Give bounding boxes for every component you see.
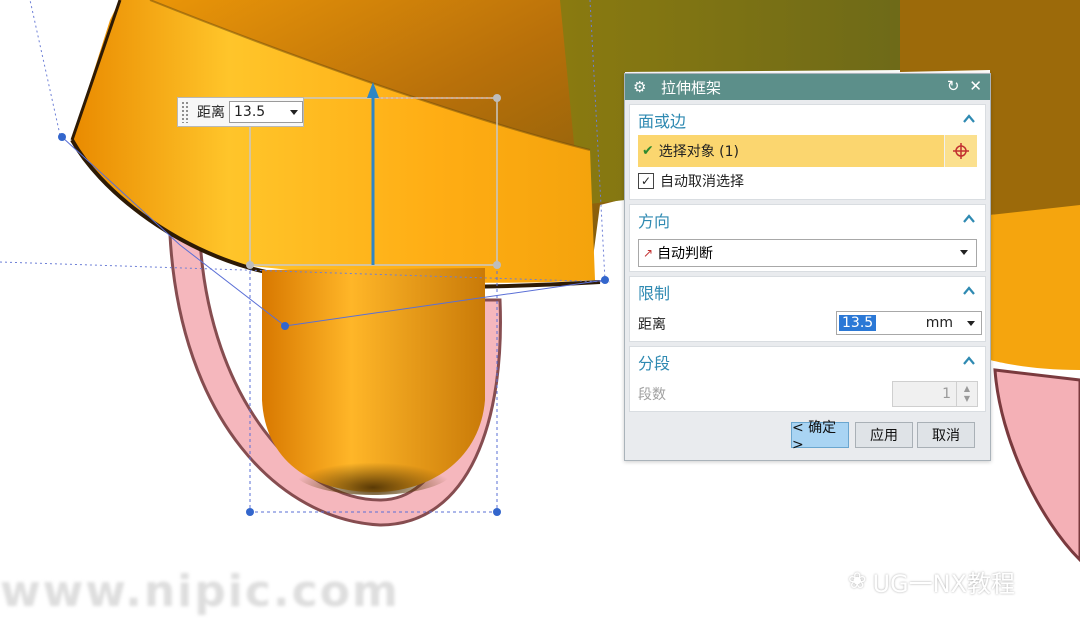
- onscreen-distance-label: 距离: [197, 105, 225, 121]
- segment-count-row: 段数 1 ▲ ▼: [638, 377, 978, 411]
- gear-icon[interactable]: ⚙: [633, 78, 655, 96]
- distance-input[interactable]: 13.5 mm: [836, 311, 982, 335]
- distance-value: 13.5: [839, 315, 877, 331]
- section-title: 方向: [638, 212, 671, 231]
- segment-count-label: 段数: [638, 387, 666, 403]
- reset-icon[interactable]: ↻: [947, 77, 960, 95]
- channel-watermark-text: UG一NX教程: [872, 570, 1015, 598]
- site-watermark: www.nipic.com: [0, 566, 400, 617]
- chevron-down-icon[interactable]: [290, 109, 298, 115]
- extrude-frame-dialog: ⚙ 拉伸框架 ↻ ✕ 面或边 ✔ 选择对象 (1) ✓ 自动取消选择 方向 ↗ …: [624, 73, 991, 461]
- ok-button[interactable]: < 确定 >: [791, 420, 849, 453]
- segment-count-spinner[interactable]: 1 ▲ ▼: [892, 381, 978, 407]
- auto-deselect-label: 自动取消选择: [660, 174, 744, 190]
- direction-section: 方向 ↗ 自动判断: [629, 204, 986, 272]
- distance-label: 距离: [638, 317, 666, 333]
- direction-dropdown[interactable]: ↗ 自动判断: [638, 239, 977, 267]
- limit-section: 限制 距离 13.5 mm: [629, 276, 986, 342]
- drag-grip-icon[interactable]: [181, 101, 189, 123]
- cancel-button[interactable]: 取消: [917, 422, 975, 448]
- segment-count-value: 1: [942, 386, 951, 402]
- chevron-down-icon[interactable]: [967, 321, 975, 326]
- chevron-down-icon[interactable]: [960, 250, 968, 255]
- section-title: 限制: [638, 284, 671, 303]
- distance-row: 距离 13.5 mm: [638, 307, 982, 341]
- select-object-label: 选择对象 (1): [658, 144, 740, 160]
- dialog-titlebar[interactable]: ⚙ 拉伸框架 ↻ ✕: [625, 74, 990, 100]
- section-header-segment[interactable]: 分段: [630, 347, 985, 377]
- onscreen-distance-input[interactable]: 距离 13.5: [177, 97, 304, 127]
- collapse-icon[interactable]: [963, 355, 975, 367]
- wechat-icon: ❀: [848, 569, 867, 594]
- channel-watermark: ❀ UG一NX教程: [848, 564, 1015, 599]
- crosshair-icon[interactable]: [944, 135, 977, 167]
- collapse-icon[interactable]: [963, 285, 975, 297]
- collapse-icon[interactable]: [963, 213, 975, 225]
- vector-icon: ↗: [643, 246, 654, 260]
- direction-value: 自动判断: [657, 246, 714, 262]
- section-title: 分段: [638, 354, 671, 373]
- check-icon: ✔: [642, 143, 654, 159]
- onscreen-distance-value: 13.5: [234, 104, 266, 120]
- section-title: 面或边: [638, 112, 687, 131]
- select-object-row[interactable]: ✔ 选择对象 (1): [638, 135, 977, 167]
- dialog-title: 拉伸框架: [661, 78, 722, 97]
- apply-button[interactable]: 应用: [855, 422, 913, 448]
- auto-deselect-checkbox[interactable]: ✓: [638, 173, 654, 189]
- spin-down-icon[interactable]: ▼: [964, 394, 970, 404]
- section-header-face-or-edge[interactable]: 面或边: [630, 105, 985, 135]
- section-header-direction[interactable]: 方向: [630, 205, 985, 235]
- dialog-button-row: < 确定 > 应用 取消: [625, 420, 990, 453]
- auto-deselect-row[interactable]: ✓ 自动取消选择: [638, 167, 985, 195]
- section-header-limit[interactable]: 限制: [630, 277, 985, 307]
- onscreen-distance-field[interactable]: 13.5: [229, 101, 303, 123]
- distance-unit: mm: [925, 315, 953, 331]
- close-icon[interactable]: ✕: [969, 77, 982, 95]
- collapse-icon[interactable]: [963, 113, 975, 125]
- segment-section: 分段 段数 1 ▲ ▼: [629, 346, 986, 412]
- spin-up-icon[interactable]: ▲: [964, 384, 970, 394]
- face-or-edge-section: 面或边 ✔ 选择对象 (1) ✓ 自动取消选择: [629, 104, 986, 200]
